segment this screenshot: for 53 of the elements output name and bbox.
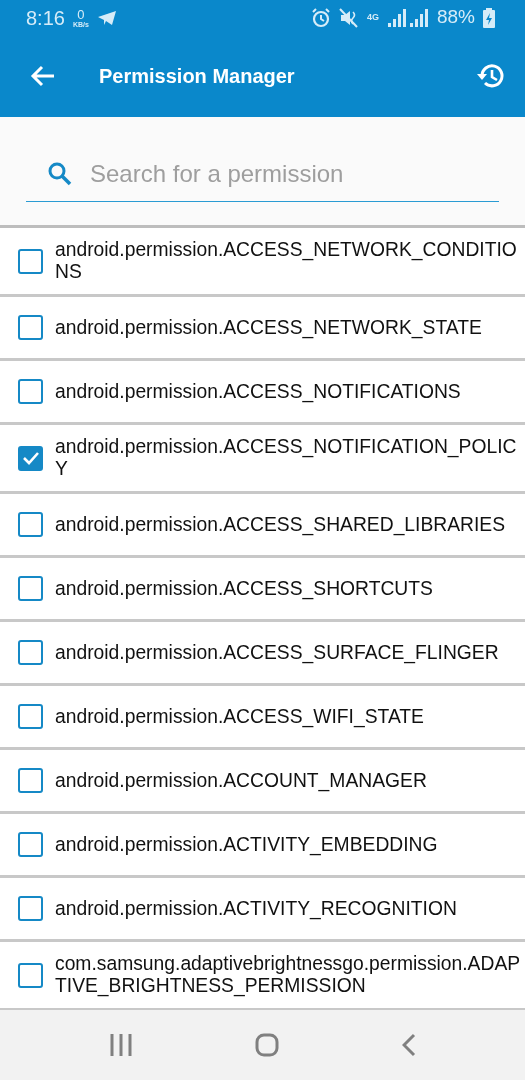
permission-row[interactable]: android.permission.ACCESS_NOTIFICATIONS: [0, 361, 525, 425]
permission-name: android.permission.ACCESS_SHORTCUTS: [55, 577, 434, 600]
home-button[interactable]: [255, 1033, 280, 1057]
battery-icon: [483, 7, 495, 28]
permission-row[interactable]: android.permission.ACCESS_SHORTCUTS: [0, 558, 525, 622]
recent-apps-button[interactable]: [109, 1034, 134, 1056]
checkbox[interactable]: [18, 704, 43, 729]
permission-name: android.permission.ACCESS_NETWORK_STATE: [55, 316, 483, 339]
permission-row[interactable]: android.permission.ACTIVITY_RECOGNITION: [0, 878, 525, 942]
permission-name: android.permission.ACCESS_NOTIFICATIONS: [55, 380, 462, 403]
permission-name: android.permission.ACCESS_SURFACE_FLINGER: [55, 641, 500, 664]
checkbox[interactable]: [18, 315, 43, 340]
permission-row[interactable]: android.permission.ACCESS_SURFACE_FLINGER: [0, 622, 525, 686]
network-type: 4G: [366, 13, 379, 22]
search-input[interactable]: Search for a permission: [88, 155, 499, 193]
checkbox[interactable]: [18, 576, 43, 601]
checkbox[interactable]: [18, 962, 43, 988]
permission-row[interactable]: android.permission.ACCESS_SHARED_LIBRARIES: [0, 494, 525, 558]
checkbox[interactable]: [18, 768, 43, 793]
permission-name: android.permission.ACCESS_WIFI_STATE: [55, 705, 425, 728]
permission-row[interactable]: android.permission.ACCESS_NETWORK_STATE: [0, 297, 525, 361]
alarm-icon: [310, 7, 331, 28]
permission-row[interactable]: com.samsung.adaptivebrightnessgo.permission.ADAPTIVE_BRIGHTNESS_PERMISSION: [0, 942, 525, 1011]
checkbox[interactable]: [18, 832, 43, 857]
checkbox[interactable]: [18, 640, 43, 665]
checkbox[interactable]: [18, 248, 43, 274]
permission-row[interactable]: android.permission.ACCESS_NETWORK_CONDITIONS: [0, 228, 525, 297]
permission-name: android.permission.ACCESS_NOTIFICATION_POLICY: [55, 436, 518, 480]
checkbox[interactable]: [18, 445, 43, 471]
status-time: 8:16: [26, 5, 65, 31]
permission-row[interactable]: android.permission.ACCESS_WIFI_STATE: [0, 686, 525, 750]
app-title: Permission Manager: [99, 64, 296, 89]
permission-name: android.permission.ACTIVITY_EMBEDDING: [55, 833, 439, 856]
permission-name: android.permission.ACCESS_SHARED_LIBRARIES: [55, 513, 507, 536]
permission-name: android.permission.ACTIVITY_RECOGNITION: [55, 897, 458, 920]
signal-icon: [386, 8, 429, 27]
mute-icon: [338, 7, 359, 28]
back-button[interactable]: [30, 64, 56, 88]
checkbox[interactable]: [18, 896, 43, 921]
back-nav-button[interactable]: [401, 1033, 416, 1057]
permission-name: android.permission.ACCESS_NETWORK_CONDITIONS: [55, 239, 518, 283]
paper-plane-icon: [96, 9, 117, 26]
permission-name: android.permission.ACCOUNT_MANAGER: [55, 769, 428, 792]
search-icon: [48, 162, 72, 186]
checkbox[interactable]: [18, 379, 43, 404]
permission-name: com.samsung.adaptivebrightnessgo.permission.ADAPTIVE_BRIGHTNESS_PERMISSION: [55, 953, 521, 997]
checkbox[interactable]: [18, 512, 43, 537]
history-button[interactable]: [475, 62, 505, 90]
speed-value: 0: [77, 7, 85, 21]
permission-row[interactable]: android.permission.ACTIVITY_EMBEDDING: [0, 814, 525, 878]
permission-row[interactable]: android.permission.ACCOUNT_MANAGER: [0, 750, 525, 814]
permission-row[interactable]: android.permission.ACCESS_NOTIFICATION_POLICY: [0, 425, 525, 494]
battery-level: 88%: [436, 5, 475, 30]
